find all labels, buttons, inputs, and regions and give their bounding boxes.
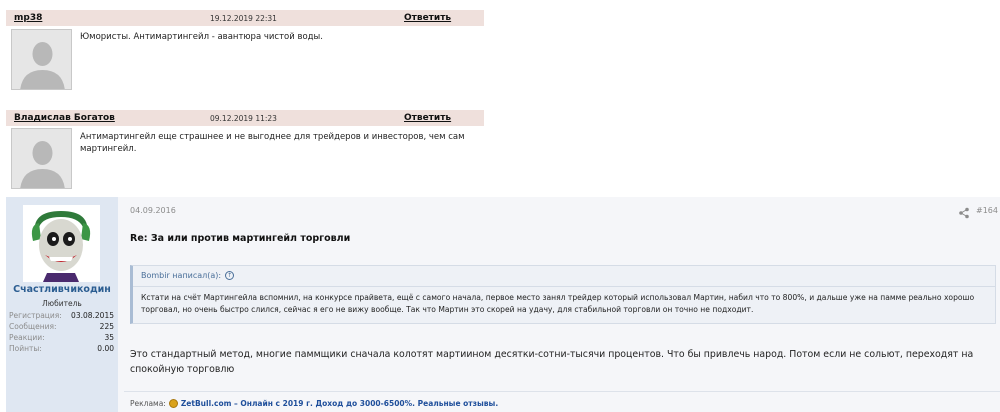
quote-author[interactable]: Bombir написал(а): (141, 271, 221, 280)
default-user-icon (12, 30, 71, 89)
comment-header: mp38 19.12.2019 22:31 Ответить (6, 10, 484, 26)
divider (124, 391, 1000, 392)
reply-link[interactable]: Ответить (404, 13, 451, 23)
user-stats: Регистрация: 03.08.2015 Сообщения: 225 Р… (9, 311, 114, 355)
comment-author-link[interactable]: Владислав Богатов (14, 113, 115, 123)
ad-link[interactable]: ZetBull.com – Онлайн с 2019 г. Доход до … (181, 399, 498, 408)
stat-messages: Сообщения: 225 (9, 322, 114, 333)
user-info-panel: Счастливчикодин Любитель Регистрация: 03… (6, 197, 118, 412)
stat-registration: Регистрация: 03.08.2015 (9, 311, 114, 322)
comment-text: Антимартингейл еще страшнее и не выгодне… (80, 132, 465, 154)
forum-post: Счастливчикодин Любитель Регистрация: 03… (6, 197, 1000, 412)
reply-link[interactable]: Ответить (404, 113, 451, 123)
username-link[interactable]: Счастливчикодин (6, 284, 118, 295)
quote-block: Bombir написал(а): ↑ Кстати на счёт Март… (130, 265, 996, 324)
divider (133, 286, 995, 287)
comment-author-link[interactable]: mp38 (14, 13, 42, 23)
post-body: Это стандартный метод, многие паммщики с… (130, 349, 974, 375)
stat-reactions: Реакции: 35 (9, 333, 114, 344)
comment-date: 09.12.2019 11:23 (210, 114, 277, 123)
post-title: Re: За или против мартингейл торговли (130, 233, 351, 244)
user-avatar[interactable] (23, 205, 100, 282)
ad-label: Реклама: (130, 399, 166, 408)
stat-label: Реакции: (9, 333, 45, 342)
stat-value: 0.00 (97, 344, 114, 353)
comment-date: 19.12.2019 22:31 (210, 14, 277, 23)
quote-text: Кстати на счёт Мартингейла вспомнил, на … (141, 293, 975, 314)
avatar (11, 29, 72, 90)
stat-value: 03.08.2015 (71, 311, 114, 320)
avatar (11, 128, 72, 189)
ad-block: Реклама: ZetBull.com – Онлайн с 2019 г. … (130, 399, 498, 408)
stat-label: Пойнты: (9, 344, 42, 353)
stat-label: Регистрация: (9, 311, 62, 320)
comment-header: Владислав Богатов 09.12.2019 11:23 Ответ… (6, 110, 484, 126)
stat-points: Пойнты: 0.00 (9, 344, 114, 355)
comment-text: Юмористы. Антимартингейл - авантюра чист… (80, 32, 323, 42)
post-number-link[interactable]: #164 (976, 206, 998, 215)
user-rank: Любитель (42, 299, 82, 308)
quote-header[interactable]: Bombir написал(а): ↑ (141, 271, 235, 280)
share-icon[interactable] (958, 204, 970, 219)
stat-value: 225 (99, 322, 114, 331)
post-date-link[interactable]: 04.09.2016 (130, 206, 176, 215)
default-user-icon (12, 129, 71, 188)
coin-icon (168, 399, 178, 408)
stat-value: 35 (104, 333, 114, 342)
stat-label: Сообщения: (9, 322, 57, 331)
joker-avatar-icon (23, 205, 100, 282)
arrow-up-circle-icon[interactable]: ↑ (225, 271, 235, 280)
